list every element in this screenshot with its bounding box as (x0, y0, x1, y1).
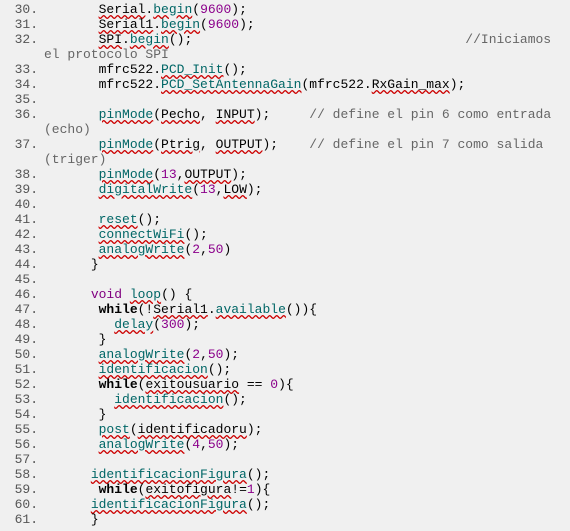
line-number: 47. (0, 302, 44, 317)
line-number: 36. (0, 107, 44, 137)
code-line[interactable]: 44. } (0, 257, 570, 272)
code-line[interactable]: 60. identificacionFigura(); (0, 497, 570, 512)
code-content[interactable]: pinMode(Ptrig, OUTPUT); // define el pin… (44, 137, 570, 167)
code-content[interactable]: identificacion(); (44, 392, 570, 407)
line-number: 35. (0, 92, 44, 107)
code-line[interactable]: 35. (0, 92, 570, 107)
code-content[interactable]: pinMode(13,OUTPUT); (44, 167, 570, 182)
code-content[interactable]: identificacionFigura(); (44, 467, 570, 482)
code-line[interactable]: 49. } (0, 332, 570, 347)
code-line[interactable]: 43. analogWrite(2,50) (0, 242, 570, 257)
code-content[interactable]: analogWrite(4,50); (44, 437, 570, 452)
code-line[interactable]: 51. identificacion(); (0, 362, 570, 377)
line-number: 58. (0, 467, 44, 482)
code-content[interactable]: Serial1.begin(9600); (44, 17, 570, 32)
code-content[interactable]: SPI.begin(); //Iniciamos el protocolo SP… (44, 32, 570, 62)
line-number: 57. (0, 452, 44, 467)
code-line[interactable]: 37. pinMode(Ptrig, OUTPUT); // define el… (0, 137, 570, 167)
code-content[interactable]: mfrc522.PCD_SetAntennaGain(mfrc522.RxGai… (44, 77, 570, 92)
code-line[interactable]: 30. Serial.begin(9600); (0, 2, 570, 17)
code-line[interactable]: 55. post(identificadoru); (0, 422, 570, 437)
code-line[interactable]: 47. while(!Serial1.available()){ (0, 302, 570, 317)
line-number: 60. (0, 497, 44, 512)
code-content[interactable]: digitalWrite(13,LOW); (44, 182, 570, 197)
code-line[interactable]: 40. (0, 197, 570, 212)
line-number: 42. (0, 227, 44, 242)
line-number: 56. (0, 437, 44, 452)
code-line[interactable]: 59. while(exitofigura!=1){ (0, 482, 570, 497)
line-number: 45. (0, 272, 44, 287)
code-content[interactable] (44, 272, 570, 287)
line-number: 53. (0, 392, 44, 407)
code-line[interactable]: 42. connectWiFi(); (0, 227, 570, 242)
line-number: 61. (0, 512, 44, 527)
code-content[interactable]: identificacion(); (44, 362, 570, 377)
code-line[interactable]: 38. pinMode(13,OUTPUT); (0, 167, 570, 182)
line-number: 41. (0, 212, 44, 227)
code-line[interactable]: 46. void loop() { (0, 287, 570, 302)
line-number: 38. (0, 167, 44, 182)
line-number: 59. (0, 482, 44, 497)
code-content[interactable]: Serial.begin(9600); (44, 2, 570, 17)
line-number: 33. (0, 62, 44, 77)
code-editor[interactable]: 30. Serial.begin(9600);31. Serial1.begin… (0, 0, 570, 529)
code-content[interactable]: while(!Serial1.available()){ (44, 302, 570, 317)
code-content[interactable]: reset(); (44, 212, 570, 227)
line-number: 43. (0, 242, 44, 257)
code-line[interactable]: 36. pinMode(Pecho, INPUT); // define el … (0, 107, 570, 137)
code-line[interactable]: 58. identificacionFigura(); (0, 467, 570, 482)
line-number: 51. (0, 362, 44, 377)
code-content[interactable]: } (44, 407, 570, 422)
code-line[interactable]: 45. (0, 272, 570, 287)
line-number: 52. (0, 377, 44, 392)
code-line[interactable]: 54. } (0, 407, 570, 422)
code-content[interactable]: } (44, 512, 570, 527)
code-line[interactable]: 39. digitalWrite(13,LOW); (0, 182, 570, 197)
code-line[interactable]: 31. Serial1.begin(9600); (0, 17, 570, 32)
line-number: 49. (0, 332, 44, 347)
code-content[interactable]: mfrc522.PCD_Init(); (44, 62, 570, 77)
line-number: 46. (0, 287, 44, 302)
code-content[interactable]: analogWrite(2,50) (44, 242, 570, 257)
line-number: 37. (0, 137, 44, 167)
code-content[interactable] (44, 197, 570, 212)
line-number: 30. (0, 2, 44, 17)
code-line[interactable]: 57. (0, 452, 570, 467)
code-line[interactable]: 34. mfrc522.PCD_SetAntennaGain(mfrc522.R… (0, 77, 570, 92)
code-content[interactable]: while(exitofigura!=1){ (44, 482, 570, 497)
code-content[interactable]: connectWiFi(); (44, 227, 570, 242)
code-content[interactable] (44, 452, 570, 467)
code-content[interactable]: pinMode(Pecho, INPUT); // define el pin … (44, 107, 570, 137)
line-number: 39. (0, 182, 44, 197)
line-number: 48. (0, 317, 44, 332)
code-line[interactable]: 50. analogWrite(2,50); (0, 347, 570, 362)
code-line[interactable]: 48. delay(300); (0, 317, 570, 332)
code-line[interactable]: 32. SPI.begin(); //Iniciamos el protocol… (0, 32, 570, 62)
code-content[interactable]: void loop() { (44, 287, 570, 302)
code-content[interactable]: analogWrite(2,50); (44, 347, 570, 362)
code-line[interactable]: 61. } (0, 512, 570, 527)
code-content[interactable]: delay(300); (44, 317, 570, 332)
code-content[interactable]: } (44, 257, 570, 272)
code-line[interactable]: 56. analogWrite(4,50); (0, 437, 570, 452)
line-number: 34. (0, 77, 44, 92)
code-line[interactable]: 41. reset(); (0, 212, 570, 227)
line-number: 54. (0, 407, 44, 422)
code-line[interactable]: 53. identificacion(); (0, 392, 570, 407)
code-line[interactable]: 52. while(exitousuario == 0){ (0, 377, 570, 392)
line-number: 40. (0, 197, 44, 212)
line-number: 32. (0, 32, 44, 62)
line-number: 31. (0, 17, 44, 32)
code-line[interactable]: 33. mfrc522.PCD_Init(); (0, 62, 570, 77)
code-content[interactable]: while(exitousuario == 0){ (44, 377, 570, 392)
code-content[interactable]: } (44, 332, 570, 347)
code-content[interactable]: post(identificadoru); (44, 422, 570, 437)
line-number: 55. (0, 422, 44, 437)
code-content[interactable]: identificacionFigura(); (44, 497, 570, 512)
line-number: 50. (0, 347, 44, 362)
line-number: 44. (0, 257, 44, 272)
code-content[interactable] (44, 92, 570, 107)
